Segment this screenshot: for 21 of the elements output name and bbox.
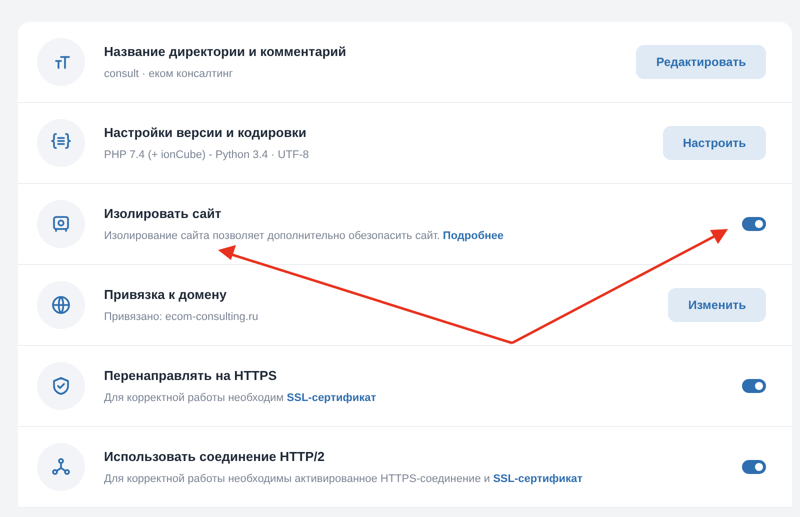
action-button[interactable]: Редактировать [636,45,766,79]
action-button[interactable]: Настроить [662,126,766,160]
setting-description: Для корректной работы необходим SSL-сертификат [104,391,378,406]
details-link[interactable]: SSL-сертификат [493,473,583,485]
action-button[interactable]: Изменить [668,288,766,322]
details-link[interactable]: Подробнее [442,230,504,242]
setting-description: Привязано: ecom-consulting.ru [104,310,260,325]
setting-title: Название директории и комментарий [104,42,348,61]
setting-title: Использовать соединение HTTP/2 [104,448,326,466]
toggle-switch[interactable] [742,460,766,474]
details-link[interactable]: SSL-сертификат [286,392,376,404]
setting-title: Перенаправлять на HTTPS [104,366,278,385]
setting-description: Изолирование сайта позволяет дополнительно обезопасить сайт. Подробнее [104,229,504,244]
setting-description: consult · еком консалтинг [104,67,234,82]
toggle-switch[interactable] [742,379,766,393]
toggle-switch[interactable] [742,217,766,231]
setting-title: Привязка к домену [104,286,228,304]
setting-title: Изолировать сайт [104,204,222,223]
setting-title: Настройки версии и кодировки [104,124,308,142]
setting-description: Для корректной работы необходимы активированное HTTPS-соединение и SSL-сертификат [104,472,584,487]
setting-description: PHP 7.4 (+ ionCube) - Python 3.4 · UTF-8 [104,148,310,163]
